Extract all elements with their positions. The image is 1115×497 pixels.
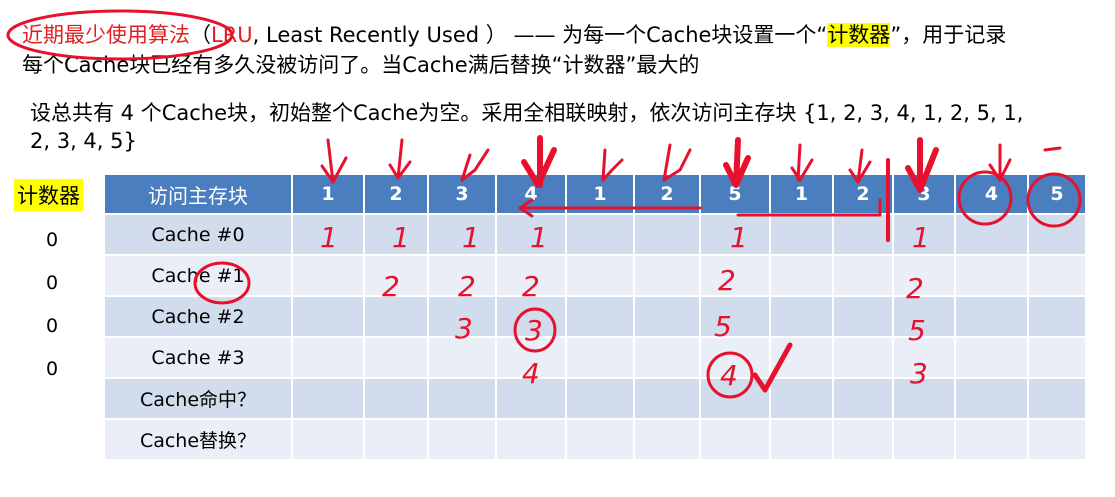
row-label: Cache #0 — [103, 213, 293, 256]
table-row: Cache #3 — [103, 336, 1087, 379]
counter-value: 0 — [46, 358, 59, 380]
access-block: 4 — [954, 173, 1029, 215]
problem-line-1: 设总共有 4 个Cache块，初始整个Cache为空。采用全相联映射，依次访问主… — [30, 101, 1024, 125]
access-block: 4 — [495, 173, 567, 215]
access-block: 1 — [769, 173, 834, 215]
counter-word: 计数器 — [827, 23, 891, 47]
row-label: Cache命中？ — [103, 377, 293, 420]
access-block: 5 — [699, 173, 771, 215]
access-block: 2 — [832, 173, 894, 215]
header-label: 访问主存块 — [103, 173, 293, 215]
lru-full-name: , Least Recently Used ） — [252, 23, 507, 47]
access-block: 1 — [291, 173, 365, 215]
row-label: Cache替换？ — [103, 418, 293, 461]
intro-rest: ”，用于记录 — [890, 23, 1007, 47]
counter-value: 0 — [46, 272, 59, 294]
access-block: 2 — [363, 173, 429, 215]
cache-table: 访问主存块 1 2 3 4 1 2 5 1 2 3 4 5 Cache #0 C… — [103, 173, 1087, 461]
table-row: Cache #2 — [103, 295, 1087, 338]
intro-dash-text: —— 为每一个Cache块设置一个“ — [513, 23, 828, 47]
intro-line-1: 近期最少使用算法（LRU, Least Recently Used ） —— 为… — [22, 22, 1006, 48]
access-block: 3 — [427, 173, 497, 215]
table-header-row: 访问主存块 1 2 3 4 1 2 5 1 2 3 4 5 — [103, 173, 1087, 215]
dots-mark — [1043, 146, 1062, 152]
row-label: Cache #3 — [103, 336, 293, 379]
counter-title: 计数器 — [14, 179, 83, 211]
access-block: 3 — [892, 173, 956, 215]
paren-open: （ — [190, 23, 211, 47]
lru-term: 近期最少使用算法 — [22, 23, 190, 47]
counter-value: 0 — [46, 315, 59, 337]
intro-line-2: 每个Cache块已经有多久没被访问了。当Cache满后替换“计数器”最大的 — [22, 53, 700, 77]
table-row: Cache替换？ — [103, 418, 1087, 461]
access-block: 2 — [633, 173, 701, 215]
table-row: Cache #0 — [103, 213, 1087, 256]
access-block: 1 — [565, 173, 635, 215]
table-row: Cache #1 — [103, 254, 1087, 297]
lru-abbr: LRU — [211, 23, 253, 47]
problem-line-2: 2, 3, 4, 5} — [30, 129, 137, 153]
counter-value: 0 — [46, 229, 59, 251]
access-block: 5 — [1027, 173, 1087, 215]
row-label: Cache #2 — [103, 295, 293, 338]
table-row: Cache命中？ — [103, 377, 1087, 420]
row-label: Cache #1 — [103, 254, 293, 297]
